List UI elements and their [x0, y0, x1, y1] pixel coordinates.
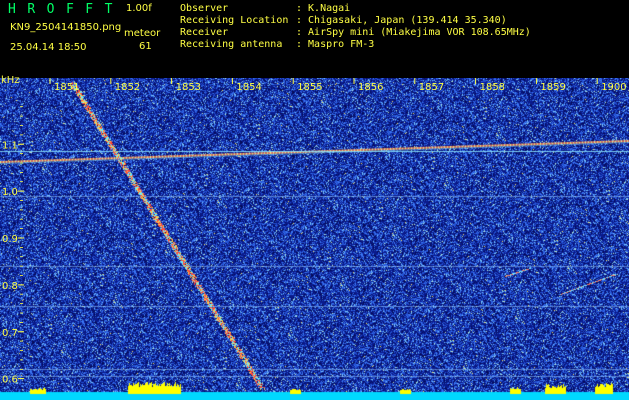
- meteor-label: meteor: [124, 28, 161, 39]
- observer-value: : K.Nagai: [296, 3, 351, 14]
- antenna-label: Receiving antenna: [180, 39, 283, 50]
- antenna-value: : Maspro FM-3: [296, 39, 375, 50]
- spectrogram-canvas[interactable]: [0, 78, 629, 400]
- date-time-label: 25.04.14 18:50: [10, 42, 87, 53]
- filename-label: KN9_2504141850.png: [10, 22, 122, 33]
- y-axis-unit-label: kHz: [1, 75, 20, 86]
- observer-label: Observer: [180, 3, 229, 14]
- location-label: Receiving Location: [180, 15, 289, 26]
- app-title: HROFFT: [8, 2, 124, 17]
- receiver-value: : AirSpy mini (Miakejima VOR 108.65MHz): [296, 27, 531, 38]
- location-value: : Chigasaki, Japan (139.414 35.340): [296, 15, 507, 26]
- version-label: 1.00f: [126, 3, 152, 14]
- meteor-count: 61: [139, 41, 152, 52]
- header-panel: HROFFT 1.00f KN9_2504141850.png 25.04.14…: [0, 0, 629, 78]
- receiver-label: Receiver: [180, 27, 229, 38]
